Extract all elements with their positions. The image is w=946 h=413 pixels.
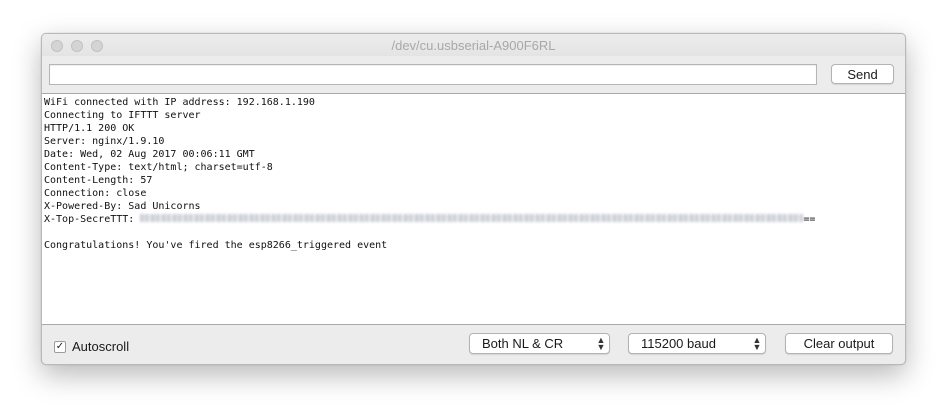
bottom-toolbar: ✓ Autoscroll Both NL & CR ▲ ▼ 115200 baud…: [42, 325, 905, 364]
output-line: X-Powered-By: Sad Unicorns: [44, 201, 201, 212]
send-row: Send: [42, 56, 905, 93]
autoscroll-checkbox[interactable]: ✓ Autoscroll: [54, 339, 129, 354]
output-line: Content-Length: 57: [44, 175, 153, 186]
serial-send-input[interactable]: [49, 64, 817, 85]
output-line: HTTP/1.1 200 OK: [44, 123, 135, 134]
send-button[interactable]: Send: [831, 64, 894, 84]
serial-monitor-window: /dev/cu.usbserial-A900F6RL Send WiFi con…: [41, 33, 906, 365]
checkmark-icon[interactable]: ✓: [54, 340, 66, 353]
updown-chevron-icon: ▲ ▼: [752, 334, 762, 352]
window-title: /dev/cu.usbserial-A900F6RL: [391, 38, 556, 53]
title-bar[interactable]: /dev/cu.usbserial-A900F6RL: [42, 34, 905, 56]
output-line: WiFi connected with IP address: 192.168.…: [44, 97, 315, 108]
clear-output-button[interactable]: Clear output: [785, 333, 893, 354]
serial-output-area[interactable]: WiFi connected with IP address: 192.168.…: [42, 93, 905, 325]
output-line: Connecting to IFTTT server: [44, 110, 201, 121]
output-line: Congratulations! You've fired the esp826…: [44, 240, 388, 251]
output-line-secret: X-Top-SecreTTT: ==: [44, 213, 905, 226]
baud-rate-value: 115200 baud: [641, 336, 716, 351]
output-line: Content-Type: text/html; charset=utf-8: [44, 162, 273, 173]
output-line: Connection: close: [44, 188, 147, 199]
line-ending-select[interactable]: Both NL & CR ▲ ▼: [469, 333, 610, 354]
output-line: Date: Wed, 02 Aug 2017 00:06:11 GMT: [44, 149, 255, 160]
secret-suffix: ==: [803, 214, 816, 225]
autoscroll-label: Autoscroll: [72, 339, 130, 354]
updown-chevron-icon: ▲ ▼: [596, 334, 606, 352]
line-ending-value: Both NL & CR: [482, 336, 564, 351]
output-line: Server: nginx/1.9.10: [44, 136, 165, 147]
redacted-secret: [140, 214, 804, 222]
secret-header-label: X-Top-SecreTTT:: [44, 214, 135, 225]
baud-rate-select[interactable]: 115200 baud ▲ ▼: [628, 333, 766, 354]
